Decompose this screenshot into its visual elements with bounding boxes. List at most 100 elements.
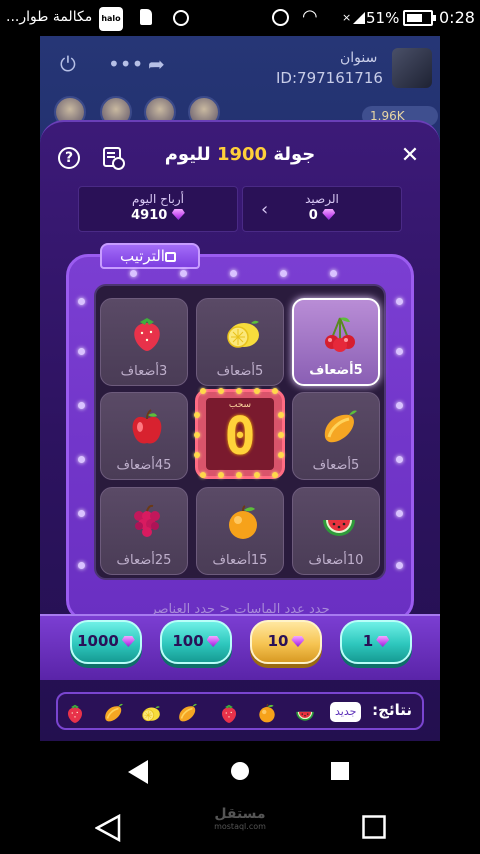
diamond-icon <box>322 209 336 220</box>
balance-box[interactable]: ‹ الرصيد 0 <box>242 186 402 232</box>
light-bulb <box>200 388 206 394</box>
cherry-icon <box>320 314 360 354</box>
gift-icon <box>164 252 176 262</box>
light-bulb <box>130 270 137 277</box>
light-bulb <box>396 298 403 305</box>
light-bulb <box>396 402 403 409</box>
multiplier-label: 3أضعاف <box>120 364 168 379</box>
light-bulb <box>78 402 85 409</box>
results-label: نتائج: <box>372 701 412 719</box>
screen: مكالمة طوار... halo ◠ × 51% 0:28 ⏻ ••• ➦… <box>0 0 480 854</box>
light-bulb <box>272 388 278 394</box>
light-bulb <box>272 472 278 478</box>
light-bulb <box>396 562 403 569</box>
system-navigation-bar: مستقل mostaql.com <box>0 800 480 854</box>
close-icon[interactable]: ✕ <box>398 144 422 168</box>
watermelon-icon <box>319 502 359 542</box>
ranking-tab[interactable]: الترتيب <box>100 243 200 269</box>
mango-icon <box>176 702 198 724</box>
fruit-tile-grape[interactable]: 25أضعاف <box>100 487 188 575</box>
countdown-display: سحب 0 <box>206 398 274 470</box>
light-bulb <box>230 270 237 277</box>
mango-icon <box>102 702 124 724</box>
history-icon[interactable] <box>103 147 125 170</box>
app-notification-icon: halo <box>99 7 123 31</box>
light-bulb <box>218 388 224 394</box>
grape-icon <box>127 502 167 542</box>
light-bulb <box>278 452 284 458</box>
recents-icon[interactable] <box>331 762 349 780</box>
home-icon[interactable] <box>230 761 250 781</box>
chevron-left-icon[interactable]: ‹ <box>261 199 268 220</box>
clock: 0:28 <box>439 8 475 27</box>
diamond-icon <box>376 636 390 647</box>
power-icon[interactable]: ⏻ <box>60 52 76 76</box>
fruit-tile-watermelon[interactable]: 10أضعاف <box>292 487 380 575</box>
light-bulb <box>78 562 85 569</box>
light-bulb <box>278 432 284 438</box>
strawberry-icon <box>127 313 167 353</box>
multiplier-label: 15أضعاف <box>212 553 268 568</box>
bet-value: 1 <box>362 632 374 650</box>
bet-button-10[interactable]: 10 <box>250 620 322 664</box>
results-bar: نتائج: جديد <box>56 692 424 730</box>
recents-icon[interactable] <box>362 815 386 839</box>
more-icon[interactable]: ••• <box>108 52 143 76</box>
light-bulb <box>218 472 224 478</box>
battery-icon <box>403 10 436 26</box>
signal-icon <box>353 12 365 24</box>
help-icon[interactable]: ? <box>58 147 80 169</box>
watermark-text: مستقل <box>214 806 266 822</box>
diamond-icon <box>171 209 185 220</box>
orange-icon <box>256 702 278 724</box>
countdown-tile: سحب 0 <box>194 388 285 479</box>
apple-icon <box>127 407 167 447</box>
bet-button-100[interactable]: 100 <box>160 620 232 664</box>
watermark-domain: mostaql.com <box>214 822 266 831</box>
back-icon[interactable] <box>128 760 150 784</box>
light-bulb <box>78 456 85 463</box>
bet-value: 100 <box>172 632 204 650</box>
light-bulb <box>396 510 403 517</box>
multiplier-label: 5أضعاف <box>309 363 363 378</box>
lemon-icon <box>140 702 162 724</box>
record-icon <box>173 10 189 26</box>
light-bulb <box>194 412 200 418</box>
light-bulb <box>78 510 85 517</box>
watermark: مستقل mostaql.com <box>200 806 280 831</box>
fruit-game-modal: ? جولة 1900 لليوم ✕ أرباح اليوم 4910 ‹ ا… <box>40 120 440 741</box>
status-bar: مكالمة طوار... halo ◠ × 51% 0:28 <box>0 0 480 36</box>
orange-icon <box>223 502 263 542</box>
modal-title: جولة 1900 لليوم <box>140 144 340 165</box>
light-bulb <box>278 412 284 418</box>
light-bulb <box>280 270 287 277</box>
fruit-tile-orange[interactable]: 15أضعاف <box>196 487 284 575</box>
notification-text: مكالمة طوار... <box>6 9 93 25</box>
wifi-icon: ◠ <box>302 6 318 27</box>
fruit-tile-apple[interactable]: 45أضعاف <box>100 392 188 480</box>
light-bulb <box>236 388 242 394</box>
lemon-icon <box>223 313 263 353</box>
multiplier-label: 10أضعاف <box>308 553 364 568</box>
bet-button-1[interactable]: 1 <box>340 620 412 664</box>
light-bulb <box>396 456 403 463</box>
light-bulb <box>254 472 260 478</box>
title-suffix: لليوم <box>164 144 211 165</box>
light-bulb <box>330 270 337 277</box>
fruit-tile-cherry[interactable]: 5أضعاف <box>292 298 380 386</box>
bet-button-1000[interactable]: 1000 <box>70 620 142 664</box>
bet-value: 10 <box>267 632 289 650</box>
diamond-icon <box>291 636 305 647</box>
diamond-icon <box>206 636 220 647</box>
diamond-icon <box>121 636 135 647</box>
multiplier-label: 25أضعاف <box>116 553 172 568</box>
back-icon[interactable] <box>95 814 121 842</box>
light-bulb <box>194 432 200 438</box>
host-avatar[interactable] <box>392 48 432 88</box>
share-icon[interactable]: ➦ <box>148 52 165 76</box>
fruit-tile-strawberry[interactable]: 3أضعاف <box>100 298 188 386</box>
strawberry-icon <box>218 702 240 724</box>
fruit-tile-mango[interactable]: 5أضعاف <box>292 392 380 480</box>
light-bulb <box>78 298 85 305</box>
fruit-tile-lemon[interactable]: 5أضعاف <box>196 298 284 386</box>
